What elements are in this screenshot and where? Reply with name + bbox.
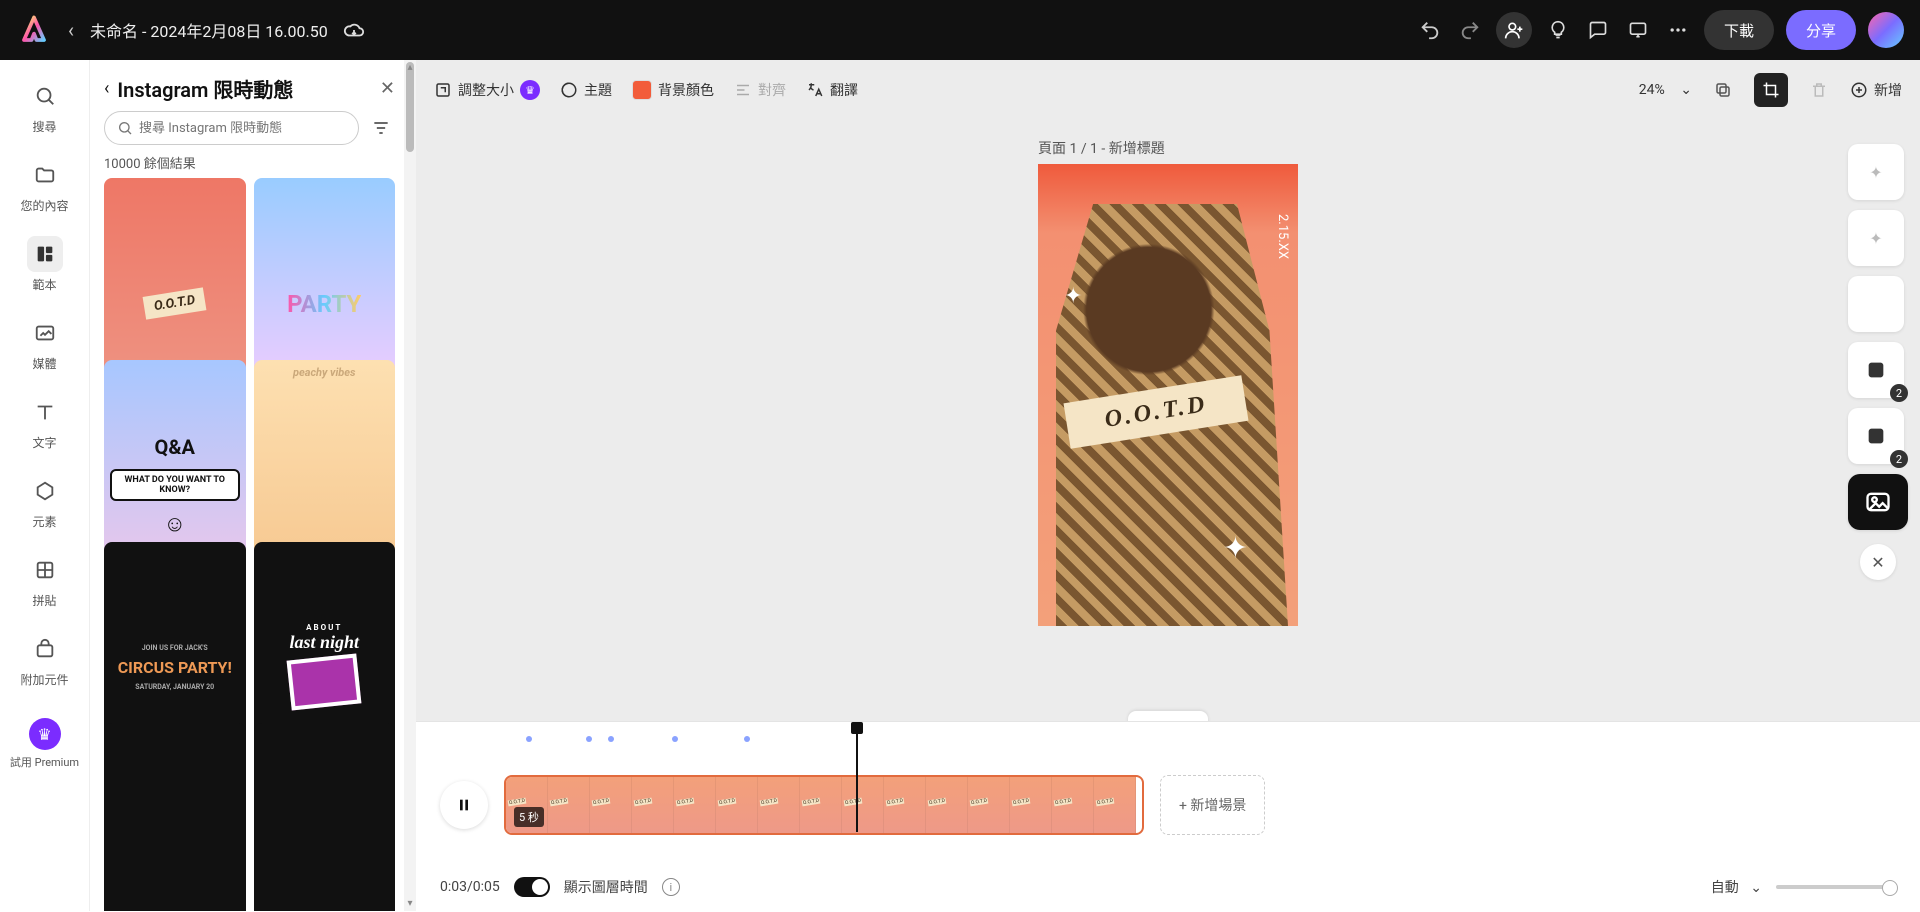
cloud-sync-icon[interactable] [340, 16, 368, 44]
rail-media[interactable]: 媒體 [10, 309, 80, 378]
theme-button[interactable]: 主題 [560, 80, 612, 100]
trash-icon[interactable] [1802, 73, 1836, 107]
artboard[interactable]: ✦ ✦ 2.15.XX O.O.T.D [1038, 164, 1298, 626]
results-count: 10000 餘個結果 [90, 153, 409, 178]
rail-collage-label: 拼貼 [32, 592, 56, 609]
rail-addons[interactable]: 附加元件 [10, 625, 80, 694]
premium-icon: ♛ [520, 80, 540, 100]
templates-panel: ‹ Instagram 限時動態 ✕ 10000 餘個結果 O.O.T.D PA… [90, 60, 410, 911]
help-icon[interactable]: i [662, 878, 680, 896]
add-scene-button[interactable]: + 新增場景 [1160, 775, 1265, 835]
lightbulb-icon[interactable] [1544, 16, 1572, 44]
canvas-area: 調整大小♛ 主題 背景顏色 對齊 翻譯 24% ⌄ 新增 頁面 1 / 1 - … [416, 60, 1920, 721]
invite-user-icon[interactable] [1496, 12, 1532, 48]
chevron-down-icon: ⌄ [1750, 880, 1762, 896]
clip-duration: 5 秒 [514, 807, 544, 827]
topbar: ‹ 未命名 - 2024年2月08日 16.00.50 下載 分享 [0, 0, 1920, 60]
comment-icon[interactable] [1584, 16, 1612, 44]
rail-templates-label: 範本 [32, 276, 56, 293]
search-icon [117, 120, 133, 136]
rail-search[interactable]: 搜尋 [10, 72, 80, 141]
playback-time: 0:03/0:05 [440, 879, 500, 895]
present-icon[interactable] [1624, 16, 1652, 44]
template-search[interactable] [104, 111, 359, 145]
image-layer-thumb[interactable] [1848, 474, 1908, 530]
rail-media-label: 媒體 [32, 355, 56, 372]
layer-thumb[interactable]: 2 [1848, 342, 1904, 398]
layer-thumb[interactable] [1848, 276, 1904, 332]
document-title[interactable]: 未命名 - 2024年2月08日 16.00.50 [90, 18, 328, 42]
panel-close-icon[interactable]: ✕ [380, 78, 395, 99]
rail-elements[interactable]: 元素 [10, 467, 80, 536]
template-dark[interactable] [254, 723, 396, 911]
layer-time-toggle[interactable] [514, 877, 550, 897]
share-button[interactable]: 分享 [1786, 10, 1856, 50]
template-chrome[interactable]: 3D CHROME [104, 723, 246, 911]
left-rail: 搜尋 您的內容 範本 媒體 文字 元素 拼貼 附加元件 ♛試用 Premium [0, 60, 90, 911]
filter-icon[interactable] [367, 114, 395, 142]
keyframe-markers [516, 736, 1920, 746]
rail-search-label: 搜尋 [32, 118, 56, 135]
rail-elements-label: 元素 [32, 513, 56, 530]
layer-thumbnails: ✦ ✦ 2 2 ✕ [1848, 144, 1908, 580]
rail-premium[interactable]: ♛試用 Premium [10, 712, 80, 776]
rail-text[interactable]: 文字 [10, 388, 80, 457]
app-logo[interactable] [16, 12, 52, 48]
count-badge: 2 [1890, 384, 1908, 402]
add-page-button[interactable]: 新增 [1850, 80, 1902, 100]
close-stack-icon[interactable]: ✕ [1860, 544, 1896, 580]
search-input[interactable] [139, 121, 346, 136]
rail-your-content[interactable]: 您的內容 [10, 151, 80, 220]
rail-premium-label: 試用 Premium [10, 754, 79, 770]
layer-thumb[interactable]: 2 [1848, 408, 1904, 464]
download-button[interactable]: 下載 [1704, 10, 1774, 50]
duplicate-icon[interactable] [1706, 73, 1740, 107]
timeline-clip[interactable]: 5 秒 [504, 775, 1144, 835]
context-toolbar: 調整大小♛ 主題 背景顏色 對齊 翻譯 24% ⌄ 新增 [434, 68, 1902, 112]
panel-back-icon[interactable]: ‹ [104, 78, 109, 99]
sparkle-icon: ✦ [1223, 531, 1248, 566]
chevron-down-icon: ⌄ [1680, 82, 1692, 98]
layer-thumb[interactable]: ✦ [1848, 144, 1904, 200]
page-label[interactable]: 頁面 1 / 1 - 新增標題 [1038, 138, 1165, 158]
more-icon[interactable] [1664, 16, 1692, 44]
zoom-mode[interactable]: 自動 ⌄ [1711, 877, 1762, 897]
artboard-date: 2.15.XX [1275, 214, 1290, 259]
translate-button[interactable]: 翻譯 [806, 80, 858, 100]
sparkle-icon: ✦ [1064, 284, 1082, 309]
undo-icon[interactable] [1416, 16, 1444, 44]
pause-button[interactable] [440, 781, 488, 829]
user-avatar[interactable] [1868, 12, 1904, 48]
timeline: 5 秒 + 新增場景 0:03/0:05 顯示圖層時間 i 自動 ⌄ [416, 721, 1920, 911]
bg-color-button[interactable]: 背景顏色 [632, 80, 714, 100]
layer-time-label: 顯示圖層時間 [564, 877, 648, 897]
zoom-slider[interactable] [1776, 885, 1896, 889]
color-swatch-icon [632, 80, 652, 100]
rail-templates[interactable]: 範本 [10, 230, 80, 299]
back-button[interactable]: ‹ [68, 18, 74, 42]
resize-button[interactable]: 調整大小♛ [434, 80, 540, 100]
count-badge: 2 [1890, 450, 1908, 468]
rail-text-label: 文字 [32, 434, 56, 451]
playhead[interactable] [856, 728, 858, 832]
panel-title: Instagram 限時動態 [117, 74, 372, 103]
redo-icon[interactable] [1456, 16, 1484, 44]
align-button[interactable]: 對齊 [734, 80, 786, 100]
rail-content-label: 您的內容 [20, 197, 68, 214]
zoom-level[interactable]: 24% ⌄ [1639, 82, 1692, 98]
layer-thumb[interactable]: ✦ [1848, 210, 1904, 266]
crop-icon[interactable] [1754, 73, 1788, 107]
rail-collage[interactable]: 拼貼 [10, 546, 80, 615]
rail-addons-label: 附加元件 [20, 671, 68, 688]
panel-scrollbar[interactable]: ▴▾ [404, 60, 416, 911]
